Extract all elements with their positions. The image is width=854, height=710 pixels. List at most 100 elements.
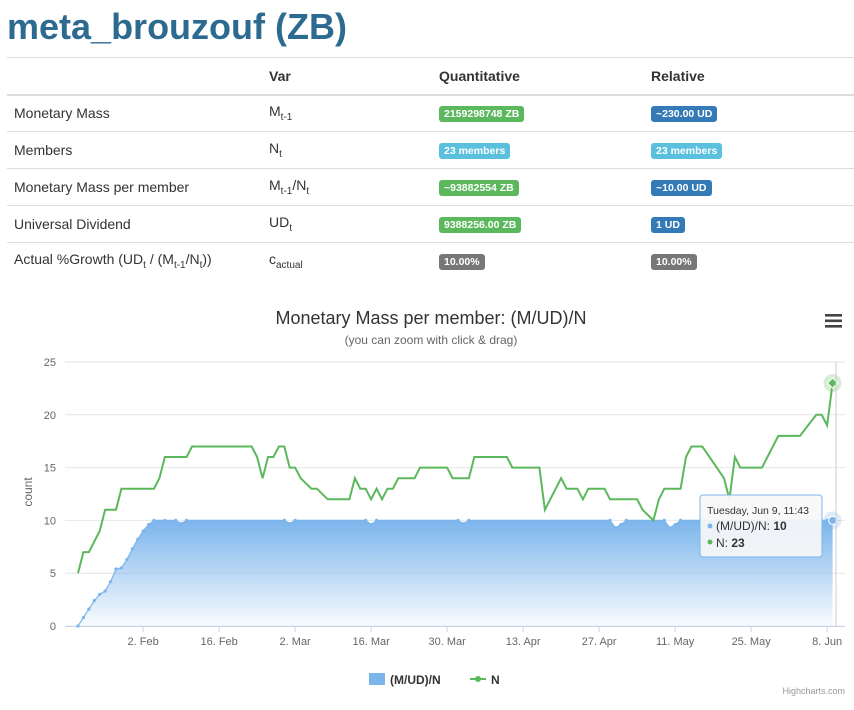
legend-swatch-area[interactable] (369, 673, 385, 685)
area-point (174, 519, 177, 522)
row-rel: ~230.00 UD (644, 95, 854, 132)
y-tick-label: 5 (50, 568, 56, 580)
quantitative-badge: 9388256.00 ZB (439, 217, 521, 233)
legend-swatch-dot[interactable] (475, 676, 481, 682)
page-title: meta_brouzouf (ZB) (7, 6, 347, 48)
area-point (185, 519, 188, 522)
x-tick-label: 30. Mar (428, 636, 466, 648)
area-point (619, 523, 622, 526)
row-var: Mt-1/Nt (262, 169, 432, 206)
area-point (120, 566, 123, 569)
quantitative-badge: 23 members (439, 143, 510, 159)
y-tick-label: 25 (44, 357, 56, 369)
area-point (98, 593, 101, 596)
area-point (625, 519, 628, 522)
table-row-mass-per-member: Monetary Mass per member Mt-1/Nt ~938825… (7, 169, 854, 206)
area-point (679, 519, 682, 522)
x-axis: 2. Feb 16. Feb 2. Mar 16. Mar 30. Mar 13. Apr… (65, 626, 845, 648)
area-point (76, 624, 79, 627)
y-tick-label: 10 (44, 515, 56, 527)
chart-subtitle: (you can zoom with click & drag) (345, 333, 518, 347)
row-rel: 10.00% (644, 243, 854, 280)
area-point (147, 523, 150, 526)
menu-bar (825, 325, 842, 328)
relative-badge: ~10.00 UD (651, 180, 712, 196)
x-tick-label: 13. Apr (506, 636, 541, 648)
area-point (467, 519, 470, 522)
x-tick-label: 27. Apr (582, 636, 617, 648)
table-header-quantitative: Quantitative (432, 58, 644, 95)
area-point (109, 580, 112, 583)
area-point (104, 590, 107, 593)
row-rel: 23 members (644, 132, 854, 169)
tooltip-series-dot (708, 524, 713, 529)
row-quant: 9388256.00 ZB (432, 206, 644, 243)
area-point (114, 567, 117, 570)
x-tick-label: 16. Feb (200, 636, 237, 648)
menu-bar (825, 314, 842, 317)
area-point (674, 523, 677, 526)
hamburger-menu-icon[interactable] (825, 314, 842, 328)
area-point (668, 526, 671, 529)
area-point (131, 547, 134, 550)
y-tick-label: 0 (50, 621, 56, 633)
x-tick-label: 2. Feb (128, 636, 159, 648)
x-tick-label: 16. Mar (352, 636, 390, 648)
y-axis: 0510152025 (44, 357, 56, 633)
row-label: Monetary Mass (7, 95, 262, 132)
row-quant: 2159298748 ZB (432, 95, 644, 132)
tooltip-header: Tuesday, Jun 9, 11:43 (707, 505, 809, 517)
x-tick-label: 11. May (656, 636, 695, 648)
row-var: Mt-1 (262, 95, 432, 132)
x-tick-label: 8. Jun (812, 636, 842, 648)
legend-item-n[interactable]: N (470, 673, 500, 687)
chart-legend: (M/UD)/N N (369, 673, 500, 687)
area-point (288, 522, 291, 525)
area-point (370, 523, 373, 526)
y-tick-label: 15 (44, 463, 56, 475)
stats-table: Var Quantitative Relative Monetary Mass … (7, 57, 854, 280)
row-label: Actual %Growth (UDt / (Mt-1/Nt)) (7, 243, 262, 280)
quantitative-badge: 2159298748 ZB (439, 106, 524, 122)
legend-item-area[interactable]: (M/UD)/N (369, 673, 441, 687)
chart-menu-button[interactable] (818, 308, 848, 334)
legend-label-area[interactable]: (M/UD)/N (390, 673, 441, 687)
area-point (608, 519, 611, 522)
row-label: Monetary Mass per member (7, 169, 262, 206)
row-var: UDt (262, 206, 432, 243)
area-point (125, 558, 128, 561)
row-var: Nt (262, 132, 432, 169)
table-header-relative: Relative (644, 58, 854, 95)
area-point (163, 519, 166, 522)
relative-badge: ~230.00 UD (651, 106, 717, 122)
y-axis-label: count (21, 477, 35, 507)
x-tick-label: 2. Mar (280, 636, 312, 648)
chart-container[interactable]: Monetary Mass per member: (M/UD)/N (you … (0, 300, 854, 705)
row-rel: ~10.00 UD (644, 169, 854, 206)
area-point (614, 526, 617, 529)
row-label: Universal Dividend (7, 206, 262, 243)
quantitative-badge: 10.00% (439, 254, 485, 270)
table-header-var: Var (262, 58, 432, 95)
legend-label-n[interactable]: N (491, 673, 500, 687)
chart-svg[interactable]: Monetary Mass per member: (M/UD)/N (you … (0, 300, 854, 705)
tooltip-series-dot (708, 540, 713, 545)
chart-credits[interactable]: Highcharts.com (782, 686, 845, 696)
area-point (82, 616, 85, 619)
area-point (152, 519, 155, 522)
area-point (93, 599, 96, 602)
row-label: Members (7, 132, 262, 169)
menu-bar (825, 320, 842, 323)
table-row-members: Members Nt 23 members 23 members (7, 132, 854, 169)
table-header-label (7, 58, 262, 95)
area-point (87, 608, 90, 611)
relative-badge: 23 members (651, 143, 722, 159)
quantitative-badge: ~93882554 ZB (439, 180, 519, 196)
relative-badge: 10.00% (651, 254, 697, 270)
row-quant: ~93882554 ZB (432, 169, 644, 206)
area-point (180, 522, 183, 525)
area-point (663, 519, 666, 522)
table-row-actual-growth: Actual %Growth (UDt / (Mt-1/Nt)) cactual… (7, 243, 854, 280)
row-quant: 10.00% (432, 243, 644, 280)
tooltip-row-1: (M/UD)/N: 10 (716, 519, 787, 533)
